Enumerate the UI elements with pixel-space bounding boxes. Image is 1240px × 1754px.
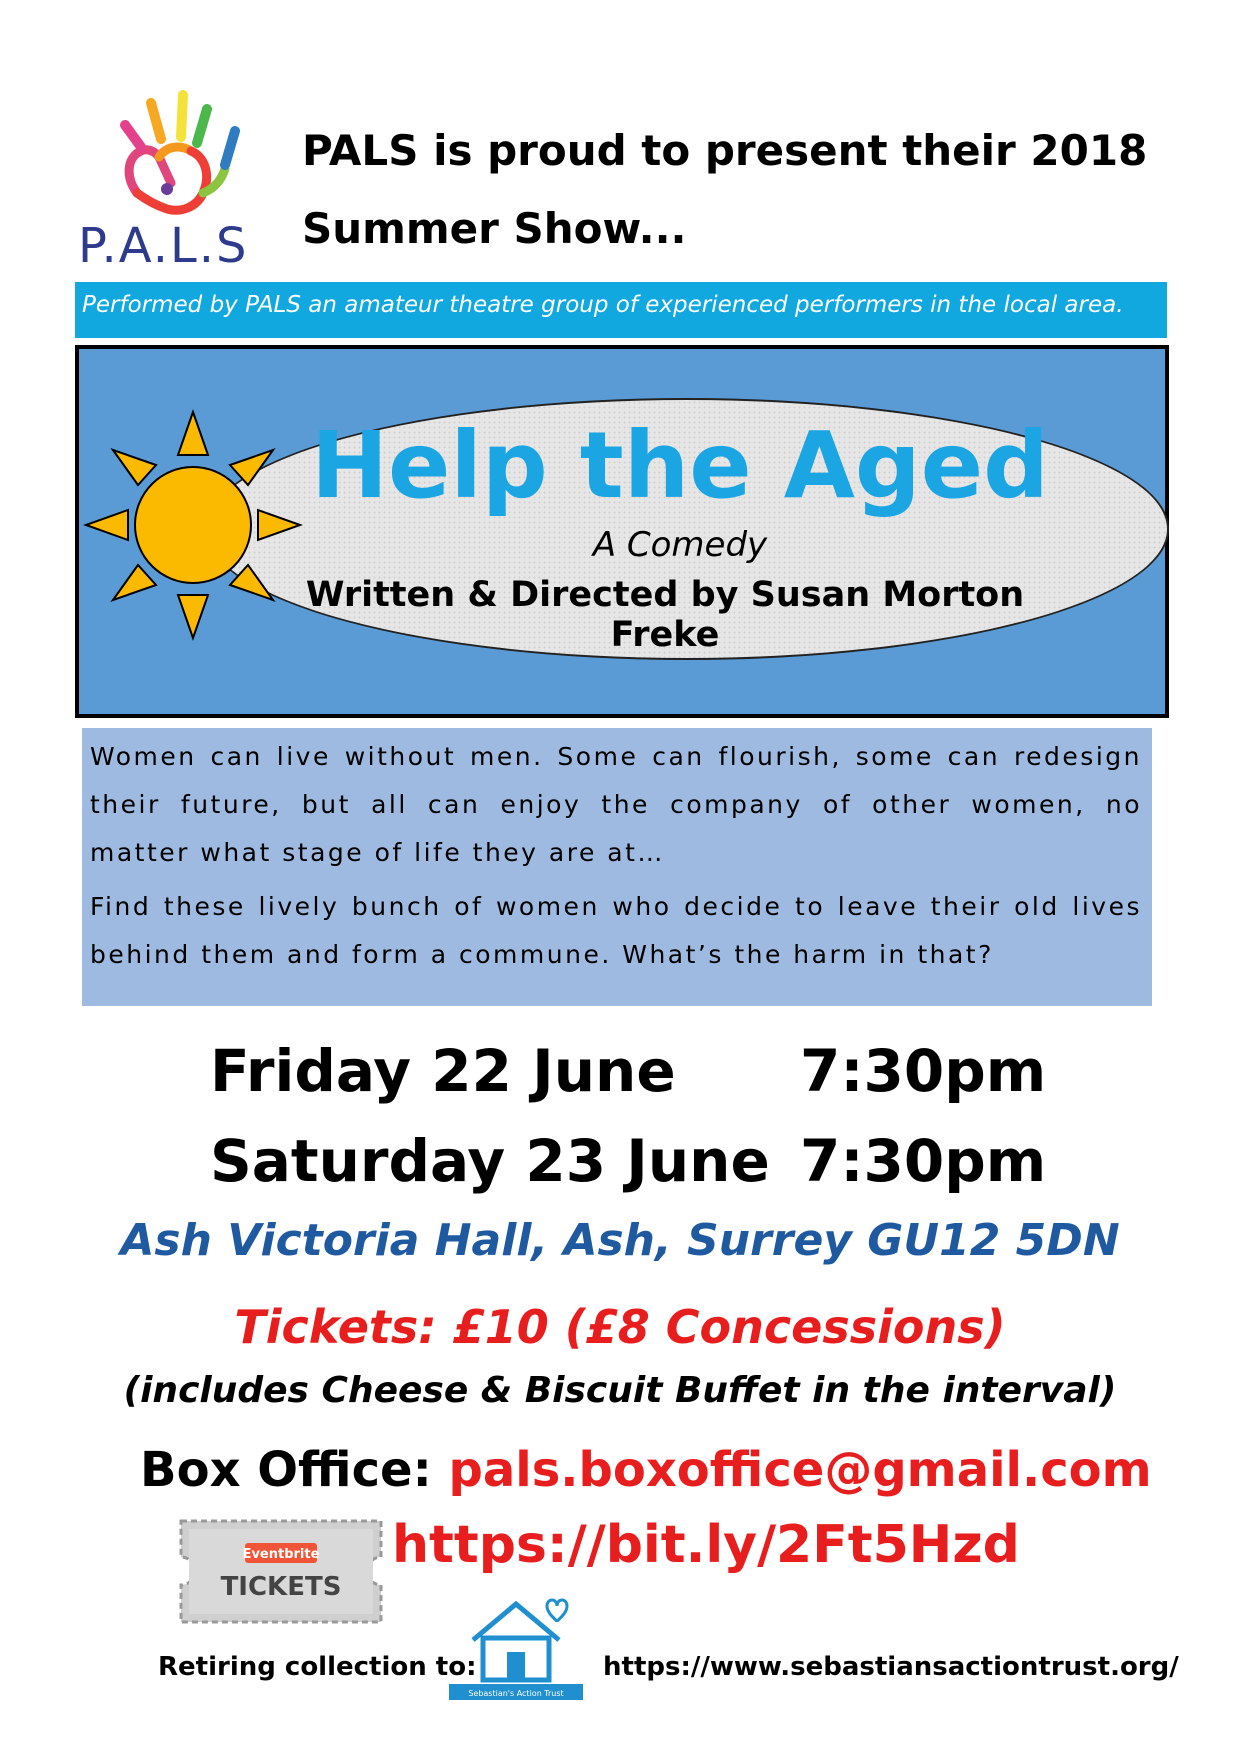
- eventbrite-ticket-icon: Eventbrite TICKETS: [179, 1519, 383, 1624]
- trust-logo-caption: Sebastian's Action Trust: [468, 1689, 563, 1698]
- headline-line-1: PALS is proud to present their 2018: [302, 126, 1148, 175]
- performance-day-1: Friday 22 June: [210, 1037, 676, 1105]
- box-office-label: Box Office:: [140, 1442, 432, 1498]
- tagline: Performed by PALS an amateur theatre gro…: [82, 292, 1124, 318]
- headline-line-2: Summer Show...: [302, 204, 687, 253]
- description-paragraph-2: Find these lively bunch of women who dec…: [90, 892, 1142, 969]
- eventbrite-link[interactable]: https://bit.ly/2Ft5Hzd: [392, 1515, 1020, 1575]
- performance-time-1: 7:30pm: [800, 1037, 1047, 1105]
- eventbrite-tickets-label: TICKETS: [221, 1572, 342, 1602]
- eventbrite-badge: Eventbrite: [243, 1547, 320, 1562]
- description: Women can live without men. Some can flo…: [90, 733, 1142, 985]
- performance-day-2: Saturday 23 June: [210, 1127, 770, 1195]
- logo-text: P.A.L.S: [78, 218, 249, 274]
- show-credit: Written & Directed by Susan Morton Freke: [305, 575, 1025, 655]
- retiring-collection-label: Retiring collection to:: [158, 1652, 477, 1682]
- ticket-price: Tickets: £10 (£8 Concessions): [234, 1300, 1006, 1354]
- headline: PALS is proud to present their 2018 Summ…: [302, 112, 1182, 268]
- trust-url[interactable]: https://www.sebastiansactiontrust.org/: [603, 1652, 1179, 1682]
- show-genre: A Comedy: [592, 525, 768, 565]
- description-paragraph-1: Women can live without men. Some can flo…: [90, 742, 1142, 867]
- ticket-includes: (includes Cheese & Biscuit Buffet in the…: [123, 1370, 1117, 1411]
- box-office: Box Office: pals.boxoffice@gmail.com: [140, 1442, 1152, 1498]
- performance-time-2: 7:30pm: [800, 1127, 1047, 1195]
- box-office-email[interactable]: pals.boxoffice@gmail.com: [449, 1442, 1152, 1498]
- show-title: Help the Aged: [310, 412, 1050, 519]
- sebastians-action-trust-logo: Sebastian's Action Trust: [449, 1598, 583, 1700]
- venue: Ash Victoria Hall, Ash, Surrey GU12 5DN: [120, 1215, 1120, 1266]
